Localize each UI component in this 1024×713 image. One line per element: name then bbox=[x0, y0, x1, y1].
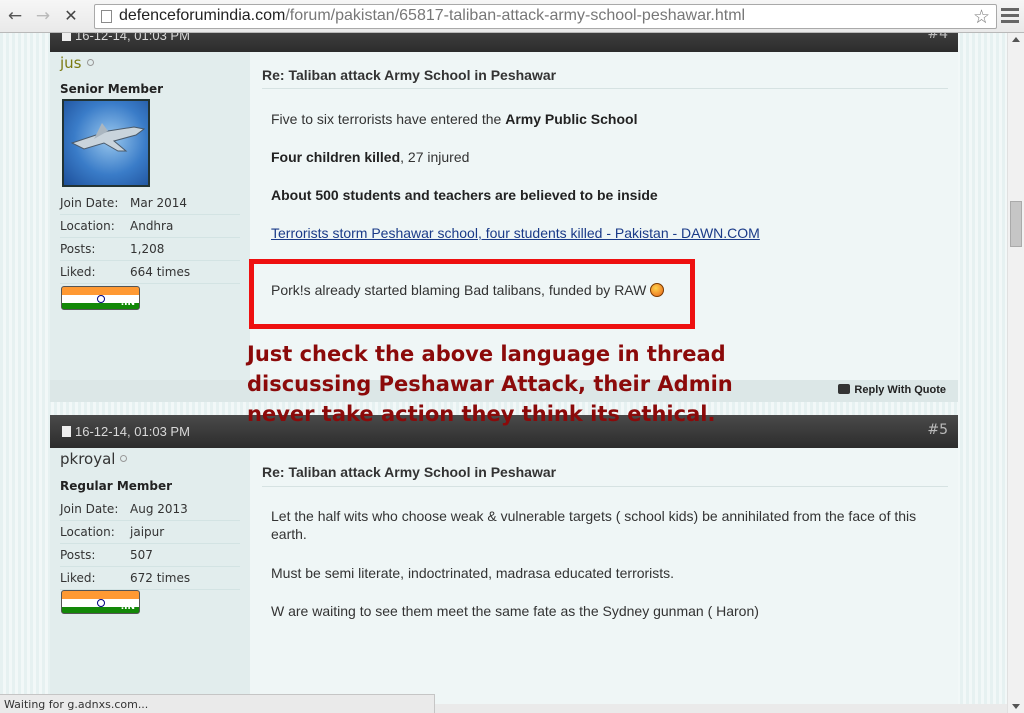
post-number[interactable]: #5 bbox=[927, 422, 948, 438]
post-title: Re: Taliban attack Army School in Peshaw… bbox=[262, 67, 557, 83]
flag-tld: .IN bbox=[120, 298, 135, 308]
username[interactable]: pkroyal bbox=[60, 450, 128, 468]
reply-with-quote-button[interactable]: Reply With Quote bbox=[838, 384, 946, 396]
offline-status-icon bbox=[120, 455, 128, 462]
info-row: Location: jaipur bbox=[60, 521, 240, 544]
post-paragraph: About 500 students and teachers are beli… bbox=[271, 187, 658, 203]
info-key: Location: bbox=[60, 525, 115, 539]
info-key: Liked: bbox=[60, 265, 96, 279]
info-value: Mar 2014 bbox=[130, 196, 187, 210]
forward-arrow-icon[interactable]: → bbox=[32, 5, 54, 27]
post-icon bbox=[62, 33, 71, 41]
bookmark-star-icon[interactable]: ☆ bbox=[973, 6, 990, 28]
scroll-down-icon[interactable] bbox=[1012, 704, 1020, 709]
india-flag-badge: .IN bbox=[61, 590, 140, 614]
bold-text: Four children killed bbox=[271, 149, 401, 165]
post-date-text: 16-12-14, 01:03 PM bbox=[75, 424, 190, 439]
post-header: 16-12-14, 01:03 PM #4 bbox=[50, 33, 958, 52]
india-flag-badge: .IN bbox=[61, 286, 140, 310]
reply-label: Reply With Quote bbox=[854, 384, 946, 396]
info-value: 664 times bbox=[130, 265, 191, 279]
user-info-table: Join Date: Mar 2014 Location: Andhra Posts… bbox=[60, 192, 240, 284]
flag-tld: .IN bbox=[120, 602, 135, 612]
info-row: Join Date: Aug 2013 bbox=[60, 498, 240, 521]
user-title: Regular Member bbox=[60, 479, 173, 493]
post-content: Re: Taliban attack Army School in Peshaw… bbox=[250, 52, 958, 380]
user-info-panel: pkroyal Regular Member Join Date: Aug 201… bbox=[50, 448, 250, 713]
user-info-table: Join Date: Aug 2013 Location: jaipur Posts… bbox=[60, 498, 240, 590]
post-content: Re: Taliban attack Army School in Peshaw… bbox=[250, 448, 958, 713]
username-text[interactable]: pkroyal bbox=[60, 450, 115, 468]
post-paragraph: Let the half wits who choose weak & vuln… bbox=[271, 508, 917, 542]
info-row: Liked: 672 times bbox=[60, 567, 240, 590]
address-bar[interactable]: defenceforumindia.com/forum/pakistan/658… bbox=[94, 4, 997, 29]
post-title: Re: Taliban attack Army School in Peshaw… bbox=[262, 464, 557, 480]
info-value: 507 bbox=[130, 548, 153, 562]
info-value: Andhra bbox=[130, 219, 174, 233]
info-row: Posts: 1,208 bbox=[60, 238, 240, 261]
scrollbar-thumb[interactable] bbox=[1010, 201, 1022, 247]
info-key: Join Date: bbox=[60, 196, 119, 210]
annotation-text: Just check the above language in thread … bbox=[247, 342, 733, 426]
scroll-up-icon[interactable] bbox=[1012, 37, 1020, 42]
info-key: Location: bbox=[60, 219, 115, 233]
username-text[interactable]: jus bbox=[60, 54, 82, 72]
offline-status-icon bbox=[86, 59, 94, 66]
post-5: pkroyal Regular Member Join Date: Aug 201… bbox=[50, 448, 958, 713]
stop-loading-icon[interactable]: ✕ bbox=[60, 5, 82, 27]
title-divider bbox=[262, 88, 948, 89]
info-value: jaipur bbox=[130, 525, 165, 539]
info-key: Join Date: bbox=[60, 502, 119, 516]
post-date: 16-12-14, 01:03 PM bbox=[62, 424, 190, 439]
info-value: 672 times bbox=[130, 571, 191, 585]
vertical-scrollbar[interactable] bbox=[1007, 33, 1024, 713]
info-row: Location: Andhra bbox=[60, 215, 240, 238]
avatar[interactable] bbox=[62, 99, 150, 187]
url-path: /forum/pakistan/65817-taliban-attack-arm… bbox=[285, 7, 746, 24]
post-paragraph: Four children killed, 27 injured bbox=[271, 149, 469, 165]
username[interactable]: jus bbox=[60, 54, 94, 72]
post-paragraph: Five to six terrorists have entered the … bbox=[271, 111, 637, 127]
post-4: jus Senior Member Join Date: Mar 2014 Loc… bbox=[50, 52, 958, 380]
browser-menu-icon[interactable] bbox=[1001, 8, 1019, 24]
user-title: Senior Member bbox=[60, 82, 164, 96]
browser-toolbar: ← → ✕ defenceforumindia.com/forum/pakist… bbox=[0, 0, 1024, 33]
horizontal-scrollbar[interactable] bbox=[435, 704, 1007, 713]
forum-page: 16-12-14, 01:03 PM #4 jus Senior Member … bbox=[0, 33, 1007, 713]
page-icon bbox=[101, 10, 112, 23]
highlight-box bbox=[249, 259, 695, 329]
title-divider bbox=[262, 486, 948, 487]
post-date: 16-12-14, 01:03 PM bbox=[62, 33, 190, 43]
bold-text: About 500 students and teachers are beli… bbox=[271, 187, 658, 203]
info-row: Posts: 507 bbox=[60, 544, 240, 567]
quote-icon bbox=[838, 384, 851, 394]
status-bar: Waiting for g.adnxs.com... bbox=[0, 694, 435, 713]
user-info-panel: jus Senior Member Join Date: Mar 2014 Loc… bbox=[50, 52, 250, 380]
url-domain: defenceforumindia.com bbox=[119, 7, 286, 24]
post-icon bbox=[62, 426, 71, 437]
info-row: Join Date: Mar 2014 bbox=[60, 192, 240, 215]
news-link[interactable]: Terrorists storm Peshawar school, four s… bbox=[271, 225, 760, 241]
info-key: Liked: bbox=[60, 571, 96, 585]
info-value: 1,208 bbox=[130, 242, 165, 256]
info-key: Posts: bbox=[60, 548, 96, 562]
info-value: Aug 2013 bbox=[130, 502, 188, 516]
paragraph-text: Five to six terrorists have entered the bbox=[271, 111, 506, 127]
info-key: Posts: bbox=[60, 242, 96, 256]
back-arrow-icon[interactable]: ← bbox=[4, 5, 26, 27]
post-number[interactable]: #4 bbox=[927, 33, 948, 42]
info-row: Liked: 664 times bbox=[60, 261, 240, 284]
paragraph-text: , 27 injured bbox=[400, 149, 470, 165]
post-paragraph: W are waiting to see them meet the same … bbox=[271, 603, 759, 619]
bold-text: Army Public School bbox=[505, 111, 638, 127]
url-text[interactable]: defenceforumindia.com/forum/pakistan/658… bbox=[119, 7, 745, 25]
post-paragraph: Must be semi literate, indoctrinated, ma… bbox=[271, 565, 675, 581]
post-date-text: 16-12-14, 01:03 PM bbox=[75, 33, 190, 43]
